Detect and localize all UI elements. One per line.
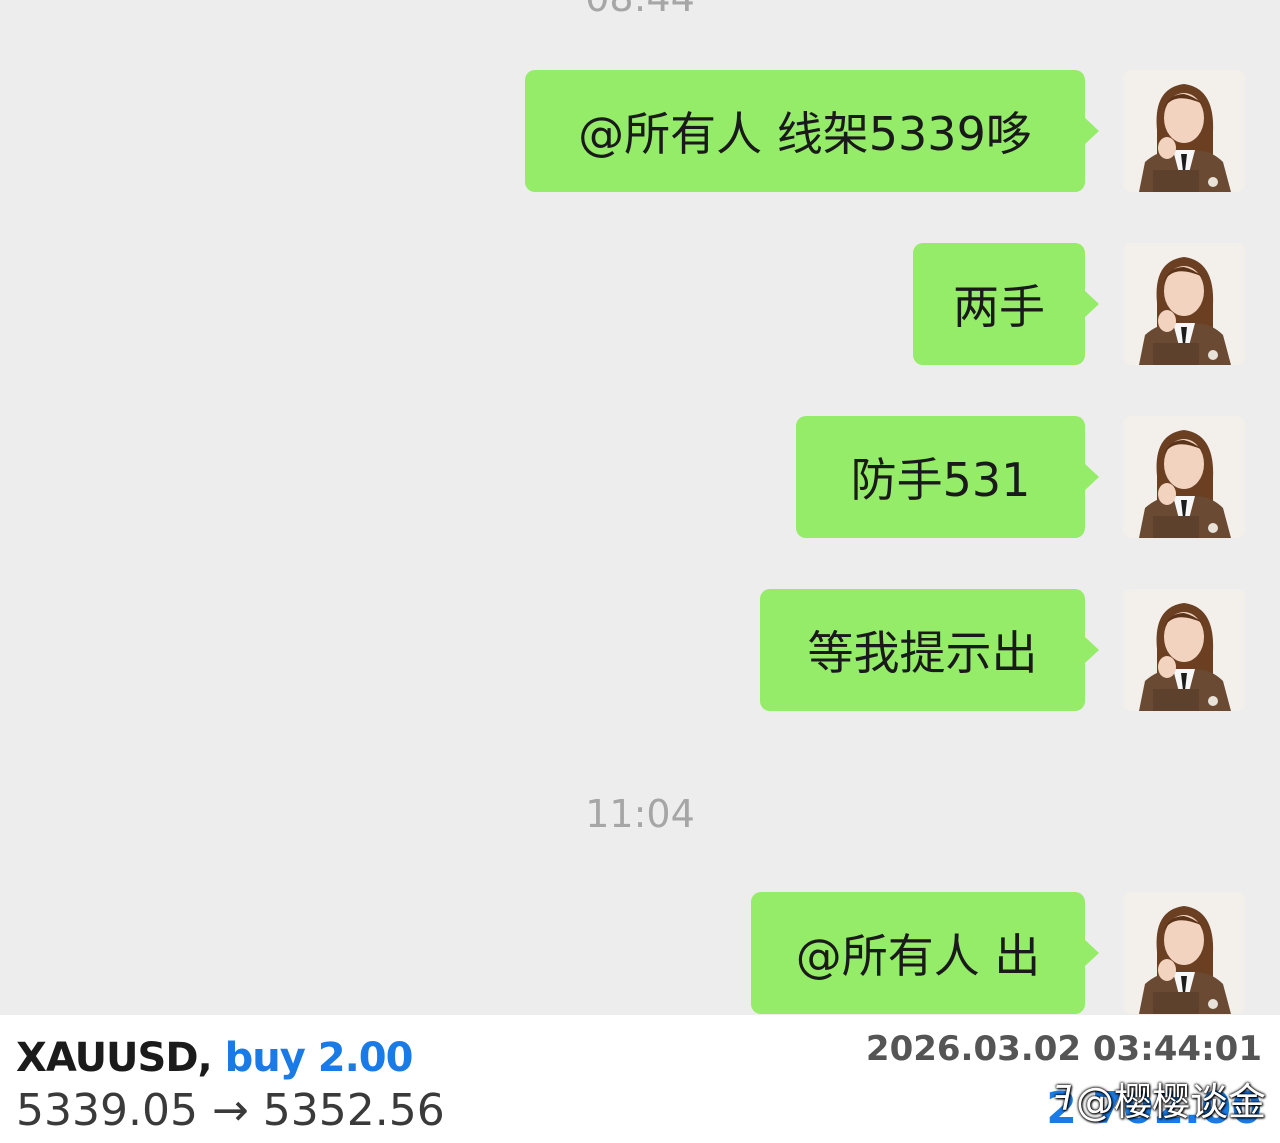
message-row: @所有人 出 — [751, 892, 1245, 1014]
avatar[interactable] — [1123, 589, 1245, 711]
trade-side: buy 2.00 — [224, 1035, 414, 1081]
woman-portrait-icon — [1123, 416, 1245, 538]
avatar[interactable] — [1123, 70, 1245, 192]
timestamp: 08:44 — [0, 0, 1280, 20]
message-bubble[interactable]: 两手 — [913, 243, 1099, 365]
trade-datetime: 2026.03.02 03:44:01 — [865, 1029, 1262, 1069]
message-bubble[interactable]: @所有人 线架5339哆 — [525, 70, 1099, 192]
woman-portrait-icon — [1123, 589, 1245, 711]
trade-symbol: XAUUSD, — [16, 1035, 213, 1081]
trade-title: XAUUSD, buy 2.00 — [16, 1035, 414, 1081]
watermark-text: @樱樱谈金 — [1075, 1080, 1266, 1124]
avatar[interactable] — [1123, 416, 1245, 538]
message-bubble[interactable]: 等我提示出 — [760, 589, 1099, 711]
watermark: ꟻ @樱樱谈金 — [1052, 1071, 1266, 1126]
watermark-logo-icon: ꟻ — [1052, 1078, 1072, 1119]
chat-area[interactable]: 08:44 @所有人 线架5339哆 两手 防手531 等我提示出 11:04 … — [0, 0, 1280, 1015]
message-row: 等我提示出 — [760, 589, 1245, 711]
trade-price-change: 5339.05 → 5352.56 — [16, 1085, 445, 1136]
message-row: @所有人 线架5339哆 — [525, 70, 1245, 192]
woman-portrait-icon — [1123, 243, 1245, 365]
timestamp: 11:04 — [585, 792, 695, 836]
avatar[interactable] — [1123, 892, 1245, 1014]
trade-footer: XAUUSD, buy 2.00 5339.05 → 5352.56 2026.… — [0, 1015, 1280, 1143]
avatar[interactable] — [1123, 243, 1245, 365]
woman-portrait-icon — [1123, 70, 1245, 192]
message-bubble[interactable]: 防手531 — [796, 416, 1099, 538]
message-bubble[interactable]: @所有人 出 — [751, 892, 1099, 1014]
woman-portrait-icon — [1123, 892, 1245, 1014]
message-row: 两手 — [913, 243, 1245, 365]
message-row: 防手531 — [796, 416, 1245, 538]
